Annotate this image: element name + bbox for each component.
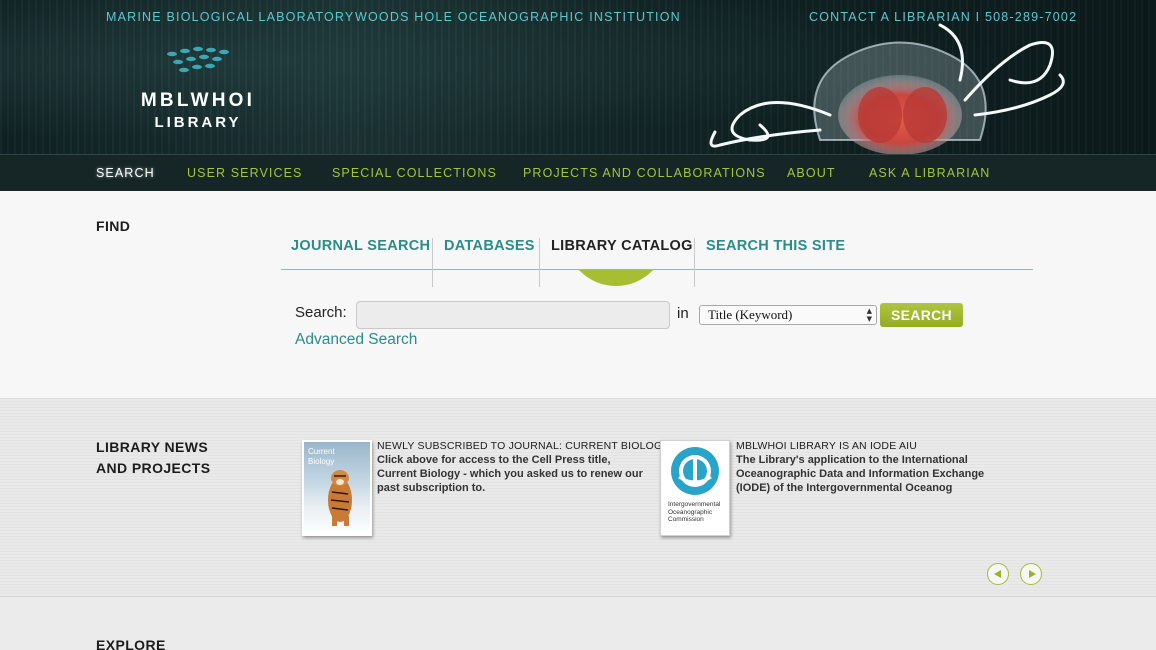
advanced-search-link[interactable]: Advanced Search <box>295 331 417 349</box>
tab-library-catalog[interactable]: LIBRARY CATALOG <box>551 238 693 254</box>
jellyfish-illustration <box>709 23 1065 154</box>
nav-special-collections[interactable]: SPECIAL COLLECTIONS <box>332 166 497 180</box>
nav-about[interactable]: ABOUT <box>787 166 836 180</box>
find-title: FIND <box>96 218 131 234</box>
ioc-thumbnail[interactable]: Intergovernmental Oceanographic Commissi… <box>660 440 730 536</box>
search-button[interactable]: SEARCH <box>880 303 963 327</box>
search-field-select[interactable]: Title (Keyword) ▲ ▼ <box>699 305 877 325</box>
nav-search[interactable]: SEARCH <box>96 166 155 180</box>
nav-user-services[interactable]: USER SERVICES <box>187 166 303 180</box>
next-arrow-icon[interactable] <box>1020 563 1042 585</box>
previous-arrow-icon[interactable] <box>987 563 1009 585</box>
nav-ask-librarian[interactable]: ASK A LIBRARIAN <box>869 166 990 180</box>
site-header: MARINE BIOLOGICAL LABORATORY WOODS HOLE … <box>0 0 1156 154</box>
tab-separator <box>694 238 695 287</box>
ioc-caption: Intergovernmental Oceanographic Commissi… <box>668 501 720 524</box>
select-arrows-icon: ▲ ▼ <box>866 307 872 323</box>
news-headline[interactable]: NEWLY SUBSCRIBED TO JOURNAL: CURRENT BIO… <box>377 440 669 453</box>
catalog-search-input[interactable] <box>356 301 670 329</box>
find-section: FIND JOURNAL SEARCH DATABASES LIBRARY CA… <box>0 191 1156 399</box>
news-title-line1: LIBRARY NEWS <box>96 439 209 455</box>
fish-school-icon <box>167 46 229 73</box>
library-logo[interactable]: MBLWHOI LIBRARY <box>128 44 268 136</box>
whoi-link[interactable]: WOODS HOLE OCEANOGRAPHIC INSTITUTION <box>355 10 681 24</box>
current-biology-thumbnail[interactable]: Current Biology <box>302 440 372 536</box>
logo-subtitle: LIBRARY <box>154 114 242 131</box>
news-item-iode: MBLWHOI LIBRARY IS AN IODE AIU The Libra… <box>736 440 992 495</box>
news-headline[interactable]: MBLWHOI LIBRARY IS AN IODE AIU <box>736 440 992 453</box>
explore-title: EXPLORE <box>96 637 166 650</box>
ioc-logo-icon <box>671 447 719 495</box>
select-value: Title (Keyword) <box>708 307 793 322</box>
tab-separator <box>432 238 433 287</box>
ioc-caption-line3: Commission <box>668 516 704 523</box>
ioc-caption-line2: Oceanographic <box>668 508 713 516</box>
tab-separator <box>539 238 540 287</box>
news-item-current-biology: NEWLY SUBSCRIBED TO JOURNAL: CURRENT BIO… <box>377 440 669 495</box>
search-tabs: JOURNAL SEARCH DATABASES LIBRARY CATALOG… <box>281 231 1033 289</box>
main-nav: SEARCH USER SERVICES SPECIAL COLLECTIONS… <box>0 154 1156 191</box>
tiger-image <box>328 470 352 526</box>
ioc-caption-line1: Intergovernmental <box>668 501 721 508</box>
tab-databases[interactable]: DATABASES <box>444 238 535 254</box>
news-title: LIBRARY NEWS AND PROJECTS <box>96 437 210 479</box>
in-label: in <box>677 305 689 322</box>
logo-title: MBLWHOI <box>140 90 256 111</box>
news-section: LIBRARY NEWS AND PROJECTS Current Biolog… <box>0 399 1156 597</box>
news-body: The Library's application to the Interna… <box>736 454 985 494</box>
explore-section: EXPLORE <box>0 598 1156 650</box>
news-title-line2: AND PROJECTS <box>96 460 211 476</box>
mbl-link[interactable]: MARINE BIOLOGICAL LABORATORY <box>106 10 354 24</box>
news-body: Click above for access to the Cell Press… <box>377 454 643 494</box>
tab-journal-search[interactable]: JOURNAL SEARCH <box>291 238 430 254</box>
tab-search-this-site[interactable]: SEARCH THIS SITE <box>706 238 845 254</box>
nav-projects-collaborations[interactable]: PROJECTS AND COLLABORATIONS <box>523 166 766 180</box>
search-label: Search: <box>295 304 347 321</box>
active-tab-indicator <box>565 270 667 286</box>
